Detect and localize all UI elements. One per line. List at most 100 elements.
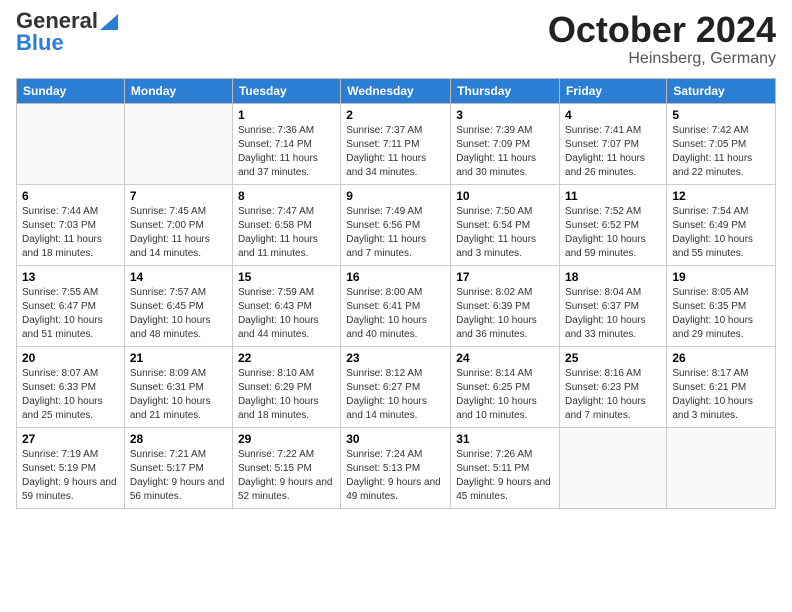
daylight-text: Daylight: 11 hours and 26 minutes. <box>565 152 661 180</box>
daylight-text: Daylight: 10 hours and 25 minutes. <box>22 395 119 423</box>
logo-icon <box>100 10 118 30</box>
sunset-text: Sunset: 6:27 PM <box>346 381 445 395</box>
daylight-text: Daylight: 11 hours and 11 minutes. <box>238 233 335 261</box>
sunset-text: Sunset: 6:29 PM <box>238 381 335 395</box>
sunset-text: Sunset: 6:25 PM <box>456 381 554 395</box>
day-cell: 4Sunrise: 7:41 AMSunset: 7:07 PMDaylight… <box>560 103 667 184</box>
daylight-text: Daylight: 10 hours and 10 minutes. <box>456 395 554 423</box>
col-wednesday: Wednesday <box>341 78 451 103</box>
day-cell <box>667 427 776 508</box>
day-cell: 19Sunrise: 8:05 AMSunset: 6:35 PMDayligh… <box>667 265 776 346</box>
week-row-2: 13 Sunrise: 7:55 AMSunset: 6:47 PMDayligh… <box>17 265 776 346</box>
day-cell: 30Sunrise: 7:24 AMSunset: 5:13 PMDayligh… <box>341 427 451 508</box>
sunrise-text: Sunrise: 7:42 AM <box>672 124 770 138</box>
sunset-text: Sunset: 7:03 PM <box>22 219 119 233</box>
day-cell: 13 Sunrise: 7:55 AMSunset: 6:47 PMDayligh… <box>17 265 125 346</box>
daylight-text: Daylight: 11 hours and 14 minutes. <box>130 233 227 261</box>
sunrise-text: Sunrise: 7:45 AM <box>130 205 227 219</box>
sunrise-text: Sunrise: 7:57 AM <box>130 286 227 300</box>
daylight-text: Daylight: 10 hours and 29 minutes. <box>672 314 770 342</box>
sunset-text: Sunset: 5:11 PM <box>456 462 554 476</box>
day-cell <box>560 427 667 508</box>
day-info: Sunrise: 8:16 AMSunset: 6:23 PMDaylight:… <box>565 367 661 423</box>
col-saturday: Saturday <box>667 78 776 103</box>
day-info: Sunrise: 8:12 AMSunset: 6:27 PMDaylight:… <box>346 367 445 423</box>
sunset-text: Sunset: 6:23 PM <box>565 381 661 395</box>
day-cell: 31Sunrise: 7:26 AMSunset: 5:11 PMDayligh… <box>451 427 560 508</box>
day-number: 2 <box>346 108 445 122</box>
day-info: Sunrise: 8:10 AMSunset: 6:29 PMDaylight:… <box>238 367 335 423</box>
daylight-text: Daylight: 11 hours and 18 minutes. <box>22 233 119 261</box>
day-number: 22 <box>238 351 335 365</box>
day-cell: 29Sunrise: 7:22 AMSunset: 5:15 PMDayligh… <box>232 427 340 508</box>
logo: General Blue <box>16 10 118 54</box>
sunrise-text: Sunrise: 7:37 AM <box>346 124 445 138</box>
day-info: Sunrise: 8:07 AMSunset: 6:33 PMDaylight:… <box>22 367 119 423</box>
sunset-text: Sunset: 6:45 PM <box>130 300 227 314</box>
sunset-text: Sunset: 6:58 PM <box>238 219 335 233</box>
day-cell: 22 Sunrise: 8:10 AMSunset: 6:29 PMDayligh… <box>232 346 340 427</box>
sunset-text: Sunset: 6:35 PM <box>672 300 770 314</box>
sunrise-text: Sunrise: 7:22 AM <box>238 448 335 462</box>
sunrise-text: Sunrise: 8:00 AM <box>346 286 445 300</box>
day-info: Sunrise: 7:37 AMSunset: 7:11 PMDaylight:… <box>346 124 445 180</box>
day-number: 17 <box>456 270 554 284</box>
sunset-text: Sunset: 6:39 PM <box>456 300 554 314</box>
daylight-text: Daylight: 11 hours and 22 minutes. <box>672 152 770 180</box>
day-info: Sunrise: 8:05 AMSunset: 6:35 PMDaylight:… <box>672 286 770 342</box>
sunset-text: Sunset: 7:11 PM <box>346 138 445 152</box>
day-cell: 2 Sunrise: 7:37 AMSunset: 7:11 PMDaylight… <box>341 103 451 184</box>
day-number: 14 <box>130 270 227 284</box>
day-number: 1 <box>238 108 335 122</box>
col-sunday: Sunday <box>17 78 125 103</box>
day-cell: 14Sunrise: 7:57 AMSunset: 6:45 PMDayligh… <box>124 265 232 346</box>
sunrise-text: Sunrise: 7:19 AM <box>22 448 119 462</box>
day-cell <box>17 103 125 184</box>
daylight-text: Daylight: 10 hours and 21 minutes. <box>130 395 227 423</box>
sunrise-text: Sunrise: 7:39 AM <box>456 124 554 138</box>
day-info: Sunrise: 7:47 AMSunset: 6:58 PMDaylight:… <box>238 205 335 261</box>
header: General Blue October 2024 Heinsberg, Ger… <box>16 10 776 68</box>
day-number: 9 <box>346 189 445 203</box>
day-info: Sunrise: 7:52 AMSunset: 6:52 PMDaylight:… <box>565 205 661 261</box>
day-number: 3 <box>456 108 554 122</box>
day-cell: 20Sunrise: 8:07 AMSunset: 6:33 PMDayligh… <box>17 346 125 427</box>
day-info: Sunrise: 7:55 AMSunset: 6:47 PMDaylight:… <box>22 286 119 342</box>
sunset-text: Sunset: 5:17 PM <box>130 462 227 476</box>
sunrise-text: Sunrise: 8:07 AM <box>22 367 119 381</box>
daylight-text: Daylight: 10 hours and 51 minutes. <box>22 314 119 342</box>
day-number: 23 <box>346 351 445 365</box>
sunrise-text: Sunrise: 7:50 AM <box>456 205 554 219</box>
sunrise-text: Sunrise: 7:36 AM <box>238 124 335 138</box>
daylight-text: Daylight: 10 hours and 18 minutes. <box>238 395 335 423</box>
day-cell: 12 Sunrise: 7:54 AMSunset: 6:49 PMDayligh… <box>667 184 776 265</box>
sunset-text: Sunset: 7:00 PM <box>130 219 227 233</box>
day-cell: 21Sunrise: 8:09 AMSunset: 6:31 PMDayligh… <box>124 346 232 427</box>
sunset-text: Sunset: 7:07 PM <box>565 138 661 152</box>
day-number: 26 <box>672 351 770 365</box>
sunrise-text: Sunrise: 7:49 AM <box>346 205 445 219</box>
col-monday: Monday <box>124 78 232 103</box>
day-number: 13 <box>22 270 119 284</box>
sunrise-text: Sunrise: 7:55 AM <box>22 286 119 300</box>
calendar-subtitle: Heinsberg, Germany <box>548 50 776 68</box>
sunrise-text: Sunrise: 7:54 AM <box>672 205 770 219</box>
day-info: Sunrise: 7:45 AMSunset: 7:00 PMDaylight:… <box>130 205 227 261</box>
day-number: 12 <box>672 189 770 203</box>
sunrise-text: Sunrise: 8:17 AM <box>672 367 770 381</box>
week-row-0: 1Sunrise: 7:36 AMSunset: 7:14 PMDaylight… <box>17 103 776 184</box>
daylight-text: Daylight: 9 hours and 59 minutes. <box>22 476 119 504</box>
day-info: Sunrise: 7:19 AMSunset: 5:19 PMDaylight:… <box>22 448 119 504</box>
daylight-text: Daylight: 10 hours and 7 minutes. <box>565 395 661 423</box>
sunset-text: Sunset: 7:05 PM <box>672 138 770 152</box>
daylight-text: Daylight: 9 hours and 52 minutes. <box>238 476 335 504</box>
day-cell: 6Sunrise: 7:44 AMSunset: 7:03 PMDaylight… <box>17 184 125 265</box>
day-info: Sunrise: 7:54 AMSunset: 6:49 PMDaylight:… <box>672 205 770 261</box>
logo-general: General <box>16 10 98 32</box>
sunset-text: Sunset: 6:43 PM <box>238 300 335 314</box>
col-tuesday: Tuesday <box>232 78 340 103</box>
day-info: Sunrise: 8:14 AMSunset: 6:25 PMDaylight:… <box>456 367 554 423</box>
daylight-text: Daylight: 10 hours and 55 minutes. <box>672 233 770 261</box>
day-cell: 25Sunrise: 8:16 AMSunset: 6:23 PMDayligh… <box>560 346 667 427</box>
day-info: Sunrise: 7:49 AMSunset: 6:56 PMDaylight:… <box>346 205 445 261</box>
